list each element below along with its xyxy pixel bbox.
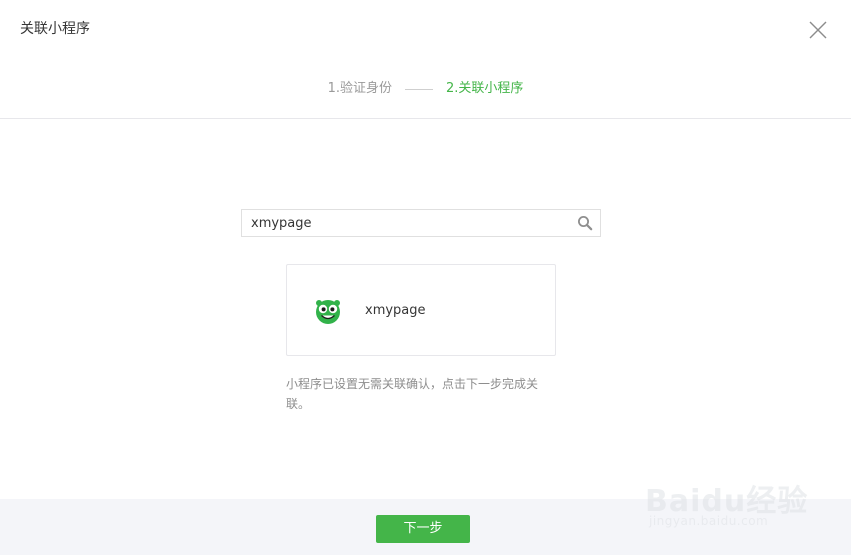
dialog-title: 关联小程序 bbox=[20, 21, 90, 37]
header-divider bbox=[0, 118, 851, 119]
close-button[interactable] bbox=[808, 20, 828, 40]
search-icon[interactable] bbox=[577, 215, 593, 231]
step-indicator: 1.验证身份 2.关联小程序 bbox=[0, 80, 851, 98]
close-icon bbox=[809, 21, 827, 39]
step-link-mini-program: 2.关联小程序 bbox=[446, 81, 524, 96]
step-divider bbox=[405, 88, 433, 90]
mini-program-name: xmypage bbox=[365, 303, 426, 318]
link-mini-program-dialog: 关联小程序 1.验证身份 2.关联小程序 xmypage xmypage 小程序… bbox=[0, 0, 851, 555]
frog-mascot-icon bbox=[313, 296, 343, 326]
step-verify-identity: 1.验证身份 bbox=[327, 81, 392, 96]
mini-program-result-card[interactable]: xmypage bbox=[286, 264, 556, 356]
next-step-button[interactable]: 下一步 bbox=[376, 515, 470, 543]
search-input[interactable] bbox=[242, 210, 571, 236]
hint-text: 小程序已设置无需关联确认，点击下一步完成关联。 bbox=[286, 377, 539, 411]
dialog-footer: 下一步 bbox=[0, 499, 851, 555]
search-box bbox=[241, 209, 601, 237]
